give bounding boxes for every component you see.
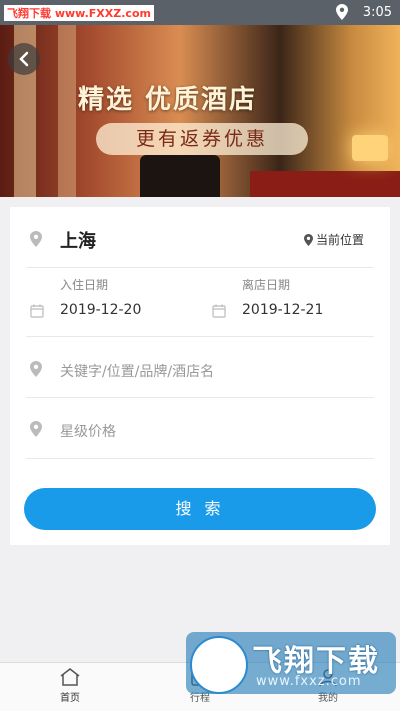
location-pin-icon xyxy=(303,233,313,246)
chevron-left-icon xyxy=(19,51,29,67)
watermark-logo-icon xyxy=(190,636,248,694)
city-value[interactable]: 上海 xyxy=(60,227,96,253)
nav-profile-label: 我的 xyxy=(318,693,338,704)
status-time: 3:05 xyxy=(362,5,392,20)
location-status-icon xyxy=(336,4,348,20)
current-location-button[interactable]: 当前位置 xyxy=(303,231,364,248)
home-icon xyxy=(60,668,80,686)
current-location-label: 当前位置 xyxy=(315,233,364,247)
star-price-row[interactable]: 星级价格 xyxy=(26,398,374,459)
calendar-icon xyxy=(212,304,226,318)
location-pin-icon xyxy=(30,231,42,247)
banner-decor xyxy=(250,171,400,197)
location-pin-icon xyxy=(30,421,42,437)
keyword-input[interactable]: 关键字/位置/品牌/酒店名 xyxy=(60,361,214,381)
status-bar: 飞翔下载 www.FXXZ.com 3:05 xyxy=(0,0,400,25)
status-watermark: 飞翔下载 www.FXXZ.com xyxy=(4,5,154,21)
checkin-date[interactable]: 2019-12-20 xyxy=(60,302,141,318)
location-pin-icon xyxy=(30,361,42,377)
calendar-icon xyxy=(30,304,44,318)
banner-title: 精选 优质酒店 xyxy=(78,85,258,115)
checkin-label: 入住日期 xyxy=(60,278,109,292)
nav-home-label: 首页 xyxy=(60,693,80,704)
star-price-input[interactable]: 星级价格 xyxy=(60,421,116,441)
banner-decor xyxy=(58,25,76,197)
nav-home[interactable]: 首页 xyxy=(40,667,100,704)
keyword-row[interactable]: 关键字/位置/品牌/酒店名 xyxy=(26,337,374,398)
back-button[interactable] xyxy=(8,43,40,75)
watermark-overlay: 飞翔下载 www.fxxz.com xyxy=(186,632,396,694)
banner-decor xyxy=(140,155,220,197)
banner-decor xyxy=(352,135,388,161)
watermark-url: www.fxxz.com xyxy=(256,674,362,689)
hotel-search-form: 上海 当前位置 入住日期 2019-12-20 离店日期 2019-12-21 xyxy=(10,207,390,545)
city-row[interactable]: 上海 当前位置 xyxy=(26,207,374,268)
banner-subtitle: 更有返券优惠 xyxy=(96,123,308,155)
nav-itinerary-label: 行程 xyxy=(190,693,210,704)
hero-banner: 精选 优质酒店 更有返券优惠 xyxy=(0,25,400,197)
search-button[interactable]: 搜 索 xyxy=(24,488,376,530)
dates-row: 入住日期 2019-12-20 离店日期 2019-12-21 xyxy=(26,268,374,337)
checkout-date[interactable]: 2019-12-21 xyxy=(242,302,323,318)
checkout-label: 离店日期 xyxy=(242,278,291,292)
